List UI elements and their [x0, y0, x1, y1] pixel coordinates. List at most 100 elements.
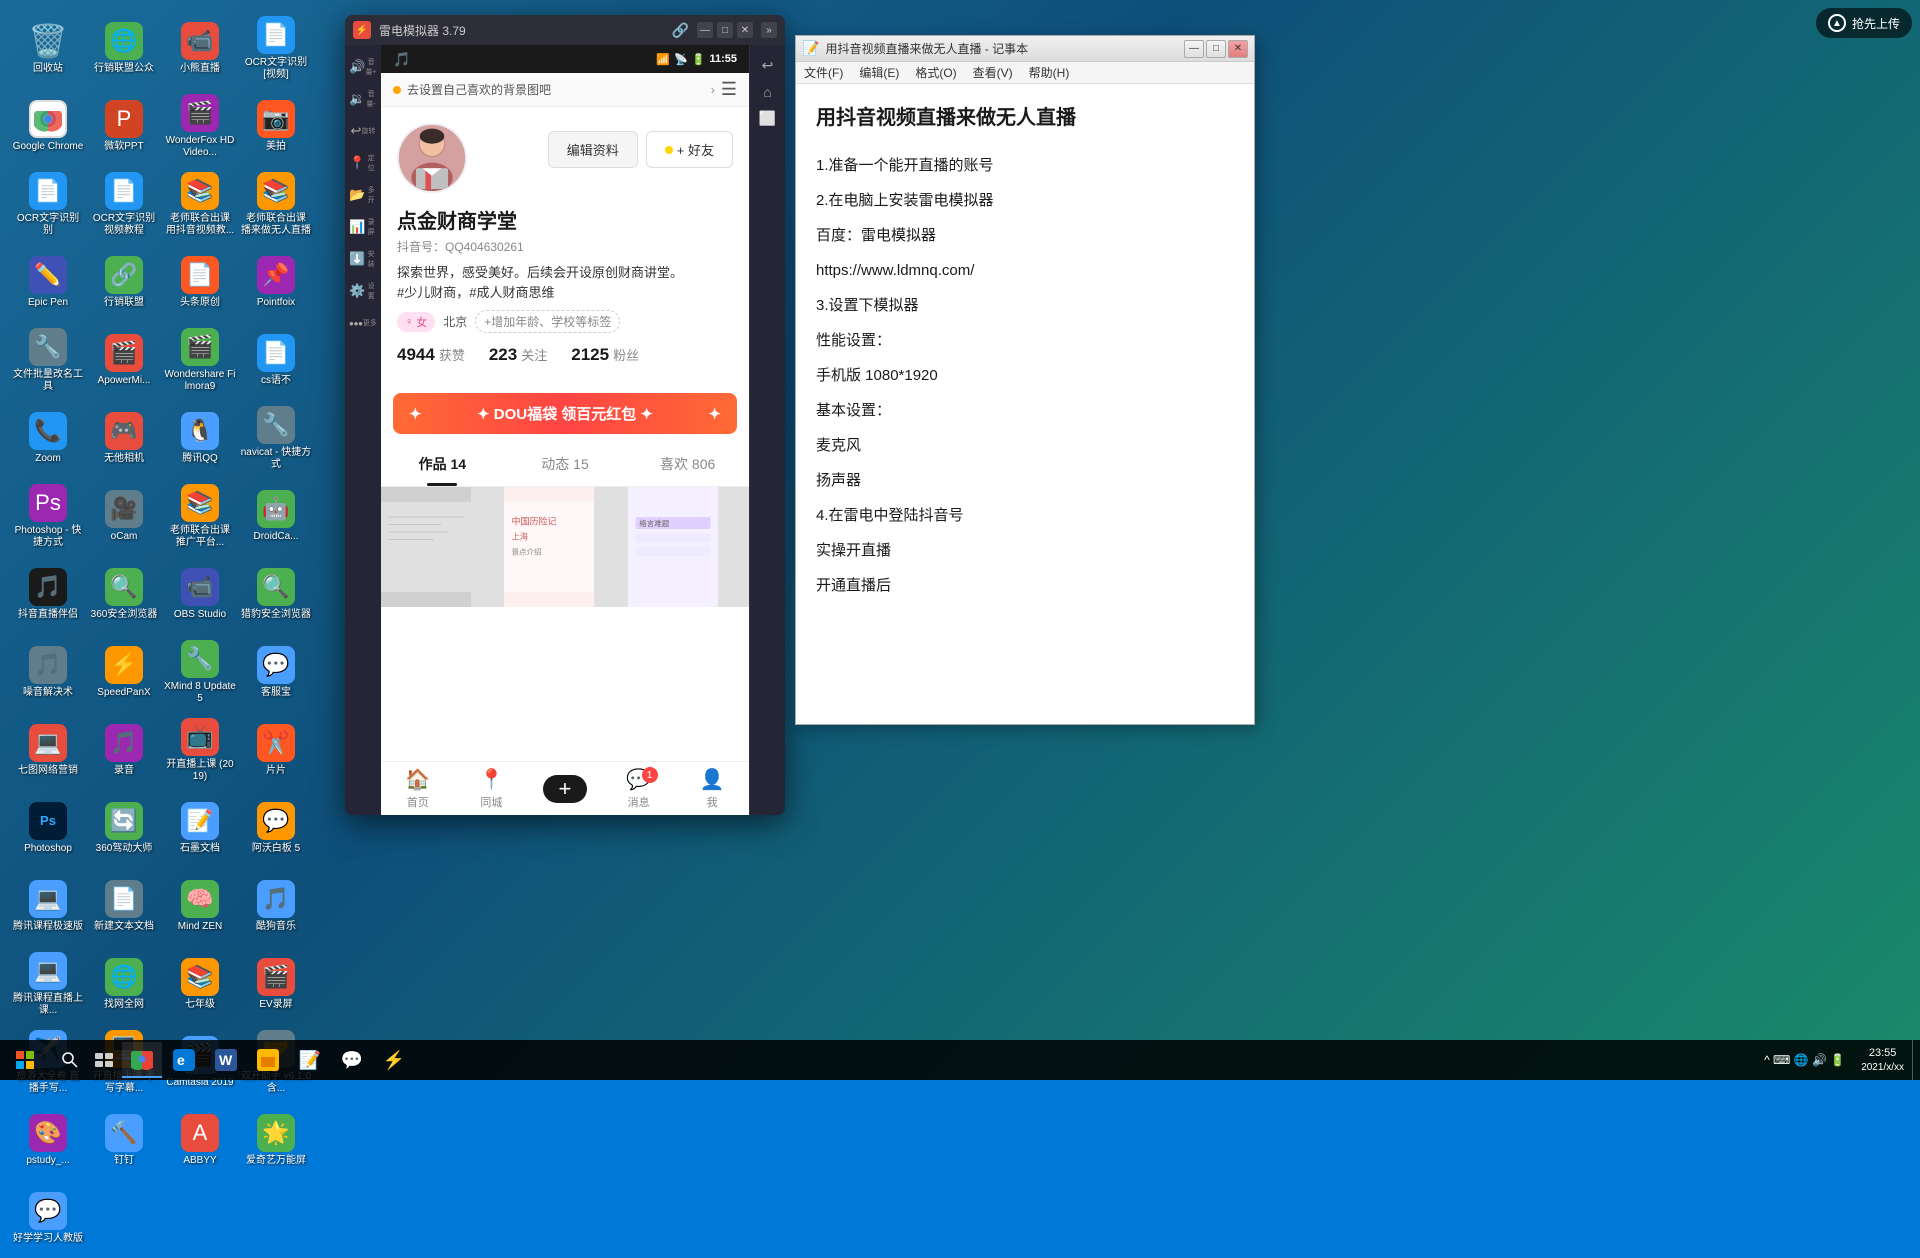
nav-city[interactable]: 📍 同城	[466, 767, 516, 810]
nav-add[interactable]: +	[540, 775, 590, 803]
desktop-icon-toutiao[interactable]: 📄 头条原创	[160, 242, 240, 322]
rs-home-btn[interactable]: ⌂	[753, 80, 783, 104]
sidebar-btn-rotate[interactable]: ↩ 旋转	[349, 117, 377, 145]
sidebar-btn-locate[interactable]: 📍 定位	[349, 149, 377, 177]
sidebar-toggle-button[interactable]: »	[761, 22, 777, 38]
desktop-icon-piaopian[interactable]: ✂️ 片片	[236, 710, 316, 790]
emulator-link-icon[interactable]: 🔗	[672, 22, 689, 39]
nav-profile[interactable]: 👤 我	[687, 767, 737, 810]
desktop-icon-speedpan[interactable]: ⚡ SpeedPanX	[84, 632, 164, 712]
dou-banner[interactable]: ✦ ✦ DOU福袋 领百元红包 ✦ ✦	[393, 393, 737, 434]
desktop-icon-ocr2[interactable]: 📄 OCR文字识别别	[8, 164, 88, 244]
menu-button[interactable]: ☰	[721, 79, 737, 100]
sidebar-btn-volume-up[interactable]: 🔊 音量+	[349, 53, 377, 81]
rs-recent-btn[interactable]: ⬜	[753, 106, 783, 131]
desktop-icon-noise[interactable]: 🎵 噪音解决术	[8, 632, 88, 712]
desktop-icon-qq[interactable]: 🐧 腾讯QQ	[160, 398, 240, 478]
minimize-button[interactable]: —	[697, 22, 713, 38]
sidebar-btn-volume-down[interactable]: 🔉 音量-	[349, 85, 377, 113]
desktop-icon-teacher3[interactable]: 📚 老师联合出课 推广平台...	[160, 476, 240, 556]
desktop-icon-pointfoix[interactable]: 📌 Pointfoix	[236, 242, 316, 322]
desktop-icon-chrome[interactable]: Google Chrome	[8, 86, 88, 166]
nav-home[interactable]: 🏠 首页	[393, 767, 443, 810]
notification-bar[interactable]: 去设置自己喜欢的背景图吧 › ☰	[381, 73, 749, 107]
desktop-icon-marketing[interactable]: 🌐 行销联盟公众	[84, 8, 164, 88]
tab-dynamic[interactable]: 动态 15	[504, 442, 627, 486]
desktop-icon-kefu[interactable]: 💬 客服宝	[236, 632, 316, 712]
taskbar-wechat[interactable]: 💬	[332, 1042, 372, 1078]
desktop-icon-pstudy[interactable]: 🎨 pstudy_...	[8, 1100, 88, 1180]
desktop-icon-ocam[interactable]: 🎥 oCam	[84, 476, 164, 556]
upload-button[interactable]: ▲ 抢先上传	[1816, 8, 1912, 38]
menu-view[interactable]: 查看(V)	[965, 62, 1021, 83]
taskbar-taskview-button[interactable]	[88, 1042, 120, 1078]
desktop-icon-aiqiyi[interactable]: 🌟 爱奇艺万能屏	[236, 1100, 316, 1180]
desktop-icon-wuta[interactable]: 🎮 无他相机	[84, 398, 164, 478]
start-button[interactable]	[0, 1040, 50, 1080]
taskbar-search-button[interactable]	[54, 1042, 86, 1078]
taskbar-notepad[interactable]: 📝	[290, 1042, 330, 1078]
desktop-icon-xmind[interactable]: 🔧 XMind 8 Update 5	[160, 632, 240, 712]
desktop-icon-ding[interactable]: 🔨 钉钉	[84, 1100, 164, 1180]
desktop-icon-filmora[interactable]: 🎬 Wondershare Filmora9	[160, 320, 240, 400]
content-thumb-2[interactable]: 中国历险记 上海 景点介绍	[504, 487, 594, 607]
sidebar-btn-settings[interactable]: ⚙️ 设置	[349, 277, 377, 305]
desktop-icon-zoom[interactable]: 📞 Zoom	[8, 398, 88, 478]
add-tag[interactable]: +增加年龄、学校等标签	[475, 310, 620, 333]
menu-edit[interactable]: 编辑(E)	[851, 62, 907, 83]
tab-works[interactable]: 作品 14	[381, 442, 504, 486]
desktop-icon-apower[interactable]: 🎬 ApowerMi...	[84, 320, 164, 400]
desktop-icon-ev[interactable]: 🎬 EV录屏	[236, 944, 316, 1024]
desktop-icon-awob[interactable]: 💬 阿沃白板 5	[236, 788, 316, 868]
desktop-icon-360browser[interactable]: 🔍 360安全浏览器	[84, 554, 164, 634]
sidebar-btn-multi[interactable]: 📂 多开	[349, 181, 377, 209]
desktop-icon-qinianj[interactable]: 📚 七年级	[160, 944, 240, 1024]
desktop-icon-kugou[interactable]: 🎵 酷狗音乐	[236, 866, 316, 946]
desktop-icon-droidca[interactable]: 🤖 DroidCa...	[236, 476, 316, 556]
desktop-icon-souhu[interactable]: 💻 七图网络营销	[8, 710, 88, 790]
tab-likes[interactable]: 喜欢 806	[626, 442, 749, 486]
taskbar-edge[interactable]: e	[164, 1042, 204, 1078]
close-button[interactable]: ✕	[737, 22, 753, 38]
sidebar-btn-install[interactable]: ⬇️ 安装	[349, 245, 377, 273]
notepad-minimize-button[interactable]: —	[1184, 40, 1204, 58]
maximize-button[interactable]: □	[717, 22, 733, 38]
desktop-icon-zhaowang[interactable]: 🌐 找网全网	[84, 944, 164, 1024]
stat-likes[interactable]: 4944 获赞	[397, 345, 465, 365]
desktop-icon-haoxue[interactable]: 💬 好学学习人教版	[8, 1178, 88, 1258]
desktop-icon-rename[interactable]: 🔧 文件批量改名工具	[8, 320, 88, 400]
menu-file[interactable]: 文件(F)	[796, 62, 851, 83]
menu-format[interactable]: 格式(O)	[907, 62, 964, 83]
desktop-icon-epicpen[interactable]: ✏️ Epic Pen	[8, 242, 88, 322]
desktop-icon-douyin[interactable]: 🎵 抖音直播伴侣	[8, 554, 88, 634]
desktop-icon-abbyy[interactable]: A ABBYY	[160, 1100, 240, 1180]
taskbar-emulator[interactable]: ⚡	[374, 1042, 414, 1078]
desktop-icon-ocr1[interactable]: 📄 OCR文字识别[视频]	[236, 8, 316, 88]
desktop-icon-wonderfox[interactable]: 🎬 WonderFox HD Video...	[160, 86, 240, 166]
desktop-icon-obs[interactable]: 📹 OBS Studio	[160, 554, 240, 634]
content-thumb-3[interactable]: 格言难题	[628, 487, 718, 607]
desktop-icon-shimo[interactable]: 📝 石墨文档	[160, 788, 240, 868]
desktop-icon-ppt[interactable]: P 微软PPT	[84, 86, 164, 166]
stat-followers[interactable]: 2125 粉丝	[571, 345, 639, 365]
desktop-icon-navicat[interactable]: 🔧 navicat - 快捷方式	[236, 398, 316, 478]
desktop-icon-recycle[interactable]: 🗑️ 回收站	[8, 8, 88, 88]
desktop-icon-bear-live[interactable]: 📹 小熊直播	[160, 8, 240, 88]
notepad-restore-button[interactable]: □	[1206, 40, 1226, 58]
taskbar-chrome[interactable]	[122, 1042, 162, 1078]
desktop-icon-teacher2[interactable]: 📚 老师联合出课 播来做无人直播	[236, 164, 316, 244]
show-desktop-button[interactable]	[1912, 1040, 1920, 1080]
taskbar-word[interactable]: W	[206, 1042, 246, 1078]
add-friend-button[interactable]: + 好友	[646, 131, 733, 168]
nav-message[interactable]: 💬 1 消息	[614, 767, 664, 810]
desktop-icon-alliance[interactable]: 🔗 行销联盟	[84, 242, 164, 322]
taskbar-clock[interactable]: 23:55 2021/x/xx	[1853, 1046, 1912, 1073]
desktop-icon-photoshop[interactable]: Ps Photoshop	[8, 788, 88, 868]
desktop-icon-adobe[interactable]: Ps Photoshop - 快捷方式	[8, 476, 88, 556]
content-thumb-1[interactable]	[381, 487, 471, 607]
rs-back-btn[interactable]: ↩	[753, 53, 783, 78]
edit-profile-button[interactable]: 编辑资料	[548, 131, 638, 168]
desktop-icon-ocr3[interactable]: 📄 OCR文字识别视频教程	[84, 164, 164, 244]
notepad-close-button[interactable]: ✕	[1228, 40, 1248, 58]
add-button[interactable]: +	[543, 775, 587, 803]
